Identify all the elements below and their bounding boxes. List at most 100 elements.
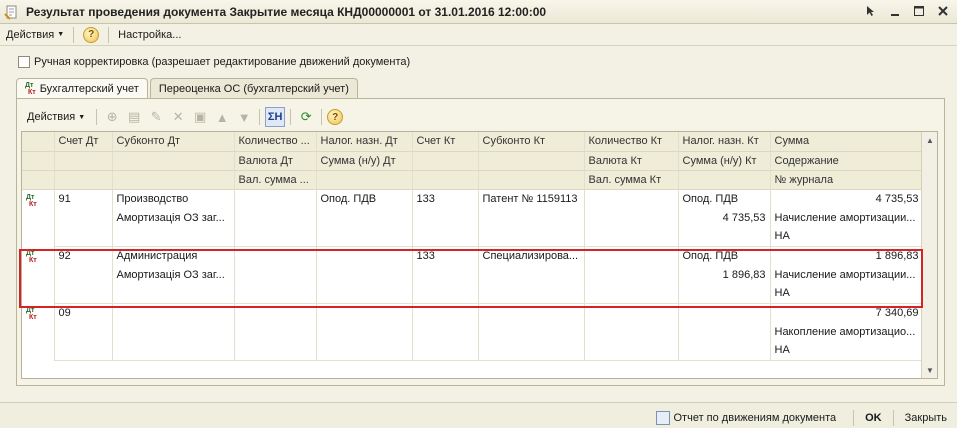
- table-cell[interactable]: НА: [770, 341, 924, 361]
- table-cell[interactable]: [584, 246, 679, 265]
- ok-button[interactable]: OK: [865, 412, 882, 424]
- table-cell[interactable]: 4 735,53: [770, 189, 924, 208]
- header-cell[interactable]: Субконто Дт: [112, 132, 235, 152]
- table-cell[interactable]: [54, 341, 113, 361]
- table-cell[interactable]: [478, 208, 585, 227]
- header-cell[interactable]: № журнала: [770, 170, 924, 190]
- table-cell[interactable]: [412, 341, 479, 361]
- header-cell[interactable]: Счет Дт: [54, 132, 113, 152]
- table-cell[interactable]: [234, 284, 317, 304]
- table-cell[interactable]: Опод. ПДВ: [316, 189, 413, 208]
- table-cell[interactable]: [584, 284, 679, 304]
- table-cell[interactable]: [234, 189, 317, 208]
- table-cell[interactable]: 1 896,83: [678, 265, 771, 284]
- table-cell[interactable]: [234, 322, 317, 341]
- table-cell[interactable]: [584, 227, 679, 247]
- header-cell[interactable]: Налог. назн. Дт: [316, 132, 413, 152]
- table-cell[interactable]: Начисление амортизации...: [770, 208, 924, 227]
- table-cell[interactable]: [112, 284, 235, 304]
- tab-accounting[interactable]: Дт Кт Бухгалтерский учет: [16, 78, 148, 99]
- header-cell[interactable]: Сумма (н/у) Кт: [678, 151, 771, 171]
- table-cell[interactable]: [412, 208, 479, 227]
- table-cell[interactable]: [678, 322, 771, 341]
- table-cell[interactable]: [678, 341, 771, 361]
- header-cell[interactable]: Количество Кт: [584, 132, 679, 152]
- table-cell[interactable]: [478, 341, 585, 361]
- table-cell[interactable]: [412, 265, 479, 284]
- help-button[interactable]: ?: [77, 25, 105, 45]
- table-cell[interactable]: Специализирова...: [478, 246, 585, 265]
- table-row[interactable]: Амортизація ОЗ заг... 1 896,83 Начислени…: [22, 265, 924, 284]
- help-mode-icon[interactable]: [863, 3, 879, 19]
- table-cell[interactable]: [584, 265, 679, 284]
- move-down-icon[interactable]: ▼: [234, 107, 254, 127]
- table-help-button[interactable]: ?: [327, 109, 344, 125]
- add-row-icon[interactable]: ⊕: [102, 107, 122, 127]
- table-cell[interactable]: 133: [412, 246, 479, 265]
- header-cell[interactable]: Вал. сумма Кт: [584, 170, 679, 190]
- move-up-icon[interactable]: ▲: [212, 107, 232, 127]
- copy-row-icon[interactable]: ▤: [124, 107, 144, 127]
- table-cell[interactable]: [412, 303, 479, 322]
- header-cell[interactable]: Валюта Дт: [234, 151, 317, 171]
- table-cell[interactable]: Начисление амортизации...: [770, 265, 924, 284]
- close-button[interactable]: Закрыть: [905, 412, 947, 424]
- minimize-icon[interactable]: [887, 3, 903, 19]
- header-cell[interactable]: Валюта Кт: [584, 151, 679, 171]
- table-cell[interactable]: НА: [770, 284, 924, 304]
- table-cell[interactable]: [584, 189, 679, 208]
- table-cell[interactable]: Администрация: [112, 246, 235, 265]
- table-cell[interactable]: [316, 227, 413, 247]
- table-cell[interactable]: [112, 341, 235, 361]
- settings-menu[interactable]: Настройка...: [112, 25, 187, 45]
- table-cell[interactable]: [112, 227, 235, 247]
- table-cell[interactable]: [316, 208, 413, 227]
- table-cell[interactable]: [54, 227, 113, 247]
- table-cell[interactable]: 92: [54, 246, 113, 265]
- table-cell[interactable]: Накопление амортизацио...: [770, 322, 924, 341]
- header-cell[interactable]: Субконто Кт: [478, 132, 585, 152]
- save-icon[interactable]: ▣: [190, 107, 210, 127]
- table-cell[interactable]: [478, 303, 585, 322]
- header-cell[interactable]: Количество ...: [234, 132, 317, 152]
- table-cell[interactable]: [316, 322, 413, 341]
- table-cell[interactable]: 133: [412, 189, 479, 208]
- tab-revaluation[interactable]: Переоценка ОС (бухгалтерский учет): [149, 78, 358, 98]
- table-cell[interactable]: Амортизація ОЗ заг...: [112, 265, 235, 284]
- table-row[interactable]: Дт Кт 91 Производство Опод. ПДВ 133 Патен…: [22, 189, 924, 246]
- header-cell[interactable]: Вал. сумма ...: [234, 170, 317, 190]
- table-cell[interactable]: 7 340,69: [770, 303, 924, 322]
- table-row[interactable]: Амортизація ОЗ заг... 4 735,53 Начислени…: [22, 208, 924, 227]
- table-cell[interactable]: 91: [54, 189, 113, 208]
- table-cell[interactable]: [678, 227, 771, 247]
- table-cell[interactable]: [54, 284, 113, 304]
- table-actions-menu[interactable]: Действия ▼: [21, 107, 91, 127]
- table-cell[interactable]: [54, 265, 113, 284]
- table-cell[interactable]: [478, 322, 585, 341]
- table-cell[interactable]: [316, 341, 413, 361]
- movements-report-link[interactable]: Отчет по движениям документа: [650, 408, 843, 428]
- table-row[interactable]: Накопление амортизацио...: [22, 322, 924, 341]
- header-cell[interactable]: Счет Кт: [412, 132, 479, 152]
- manual-adjust-option[interactable]: Ручная корректировка (разрешает редактир…: [18, 56, 410, 68]
- table-cell[interactable]: [478, 284, 585, 304]
- table-row[interactable]: Дт Кт 92 Администрация 133 Специализирова…: [22, 246, 924, 303]
- table-cell[interactable]: [412, 322, 479, 341]
- table-cell[interactable]: [316, 246, 413, 265]
- table-cell[interactable]: [112, 322, 235, 341]
- header-cell[interactable]: Сумма (н/у) Дт: [316, 151, 413, 171]
- table-row[interactable]: Дт Кт 09 7 340,69: [22, 303, 924, 360]
- table-cell[interactable]: [412, 284, 479, 304]
- manual-adjust-checkbox[interactable]: [18, 56, 30, 68]
- table-cell[interactable]: [584, 208, 679, 227]
- table-cell[interactable]: [234, 208, 317, 227]
- table-cell[interactable]: Опод. ПДВ: [678, 189, 771, 208]
- table-cell[interactable]: [316, 284, 413, 304]
- table-cell[interactable]: [54, 322, 113, 341]
- table-cell[interactable]: [234, 227, 317, 247]
- table-cell[interactable]: 4 735,53: [678, 208, 771, 227]
- table-cell[interactable]: НА: [770, 227, 924, 247]
- close-icon[interactable]: [935, 3, 951, 19]
- table-row[interactable]: НА: [22, 284, 924, 304]
- scroll-down-icon[interactable]: ▼: [922, 362, 937, 378]
